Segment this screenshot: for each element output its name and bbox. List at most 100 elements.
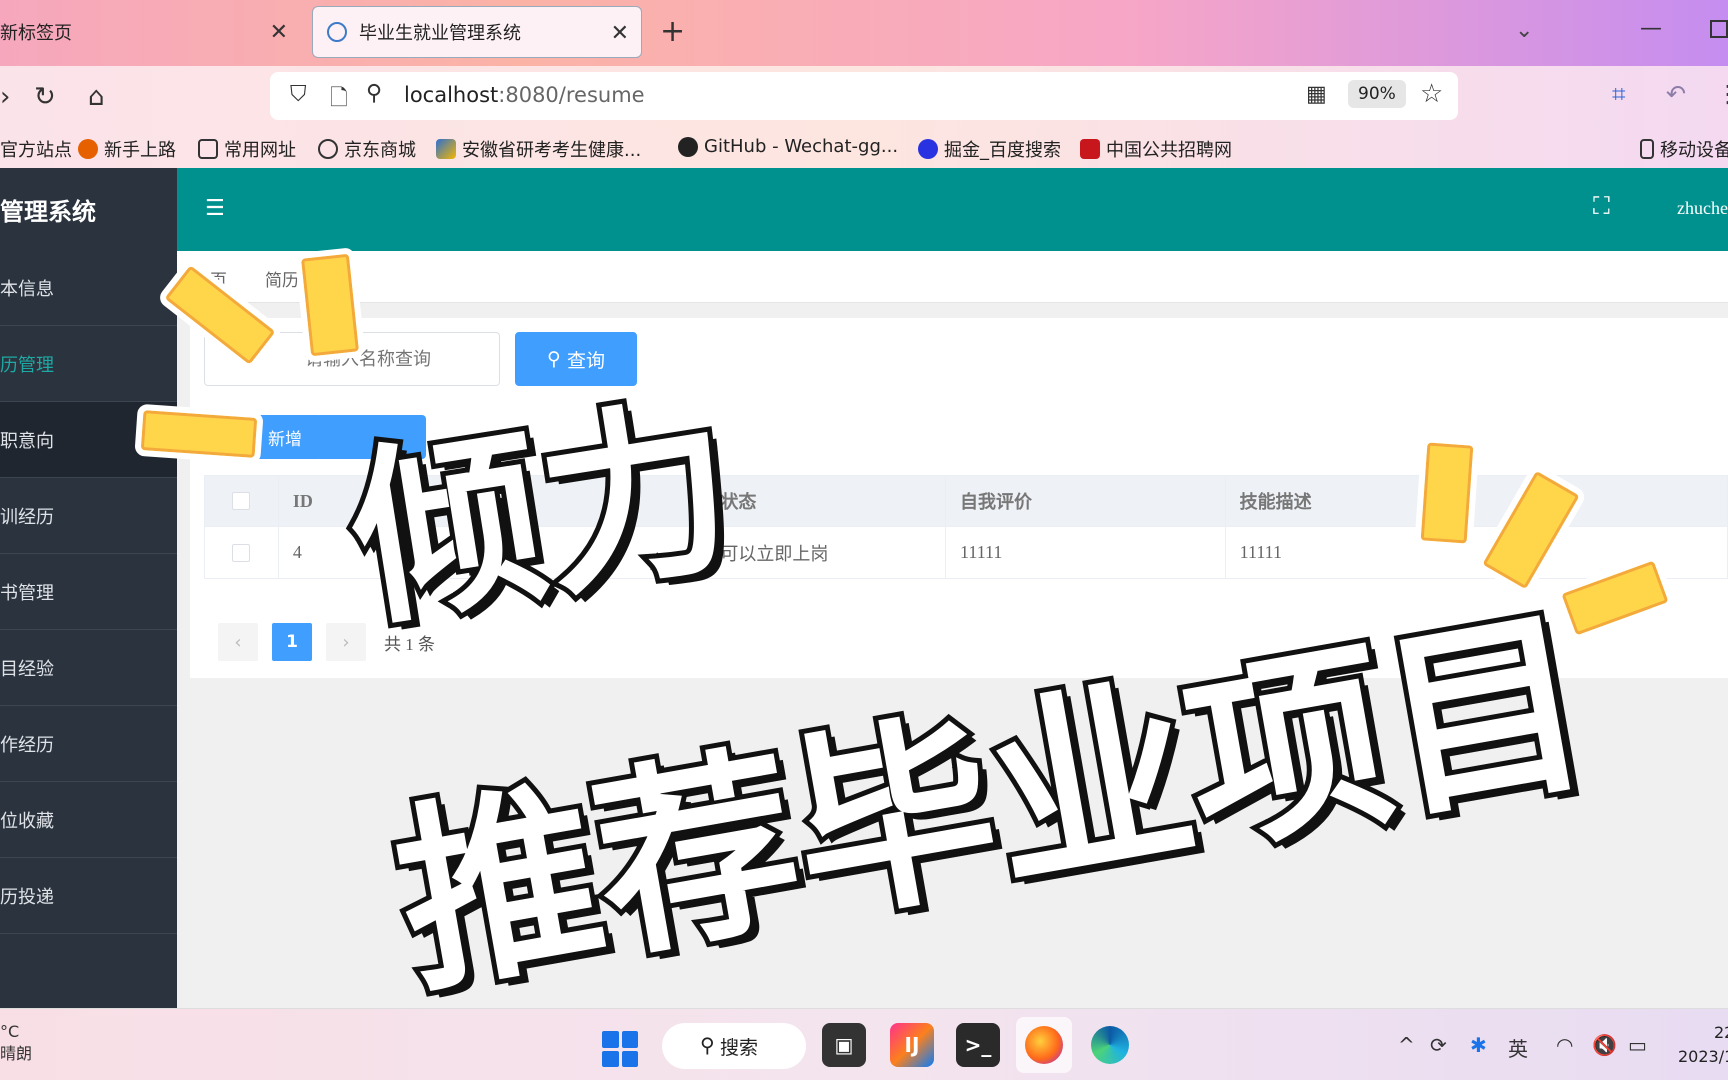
bookmark-star-icon[interactable]: ☆ bbox=[1420, 79, 1443, 109]
cell-state: 可以立即上岗 bbox=[706, 527, 947, 578]
undo-arrow-icon[interactable]: ↶ bbox=[1666, 80, 1686, 108]
total-count: 共 1 条 bbox=[384, 634, 435, 654]
bookmark-item[interactable]: 京东商城 bbox=[318, 136, 416, 162]
url-text[interactable]: localhost:8080/resume bbox=[404, 83, 645, 107]
column-header-state[interactable]: 状态 bbox=[706, 476, 947, 526]
sidebar-item-job-intention[interactable]: 求职意向 bbox=[0, 402, 177, 478]
terminal-icon[interactable]: >_ bbox=[956, 1023, 1000, 1067]
search-icon: ⚲ bbox=[700, 1033, 715, 1057]
bookmark-item[interactable]: 新手上路 bbox=[78, 136, 176, 162]
prev-page-chevron-icon[interactable]: ‹ bbox=[218, 623, 258, 661]
fullscreen-icon[interactable]: ⛶ bbox=[1593, 192, 1610, 220]
add-button[interactable]: 新增 bbox=[230, 415, 322, 459]
menu-toggle-icon[interactable]: ☰ bbox=[205, 196, 225, 221]
bookmark-item[interactable]: 安徽省研考考生健康... bbox=[436, 136, 641, 162]
browser-nav-bar: › ↻ ⌂ ⛉ 🗋 ⚲ localhost:8080/resume ▦ 90% … bbox=[0, 66, 1728, 128]
zoom-level-badge[interactable]: 90% bbox=[1348, 80, 1406, 108]
mobile-device-icon bbox=[1640, 139, 1654, 159]
reload-icon[interactable]: ↻ bbox=[34, 82, 56, 112]
search-input[interactable] bbox=[204, 332, 500, 386]
triangle-logo-icon bbox=[436, 139, 456, 159]
app-tray-icon[interactable]: ✱ bbox=[1470, 1033, 1487, 1057]
cell-self-eval: 11111 bbox=[946, 527, 1226, 578]
sidebar-item-favorites[interactable]: 职位收藏 bbox=[0, 782, 177, 858]
browser-tab-newtab[interactable]: 新标签页 ✕ bbox=[0, 6, 300, 58]
close-tab-icon[interactable]: ✕ bbox=[611, 21, 629, 46]
sidebar-item-basic-info[interactable]: 基本信息 bbox=[0, 250, 177, 326]
forward-arrow-icon[interactable]: › bbox=[0, 82, 10, 112]
sync-icon[interactable]: ⟳ bbox=[1430, 1033, 1447, 1057]
cell-id: 4 bbox=[279, 527, 707, 578]
bookmark-folder[interactable]: 常用网址 bbox=[198, 136, 296, 162]
breadcrumb: 首页 简历管理 bbox=[177, 251, 1728, 303]
edit-button[interactable] bbox=[316, 415, 426, 459]
task-view-icon[interactable]: ▣ bbox=[822, 1023, 866, 1067]
firefox-icon bbox=[78, 139, 98, 159]
breadcrumb-home[interactable]: 首页 bbox=[193, 266, 227, 291]
bookmark-item[interactable]: 中国公共招聘网 bbox=[1080, 136, 1232, 162]
list-tabs-chevron-icon[interactable]: ⌄ bbox=[1515, 18, 1533, 43]
tray-chevron-up-icon[interactable]: ^ bbox=[1398, 1033, 1415, 1057]
new-tab-button[interactable]: + bbox=[660, 14, 685, 49]
address-bar[interactable]: ⛉ 🗋 ⚲ localhost:8080/resume ▦ 90% ☆ bbox=[270, 72, 1458, 120]
home-icon[interactable]: ⌂ bbox=[88, 82, 105, 112]
close-tab-icon[interactable]: ✕ bbox=[270, 20, 288, 45]
window-restore-icon[interactable] bbox=[1710, 20, 1728, 38]
extensions-icon[interactable]: ⋮ bbox=[1716, 80, 1728, 108]
taskbar-search[interactable]: ⚲ 搜索 bbox=[662, 1023, 806, 1069]
intellij-idea-icon[interactable]: IJ bbox=[890, 1023, 934, 1067]
app-header: ☰ ⛶ zhuchen bbox=[177, 168, 1728, 251]
search-icon: ⚲ bbox=[547, 348, 561, 370]
user-name[interactable]: zhuchen bbox=[1677, 198, 1728, 219]
tracking-shield-icon[interactable]: ⛉ bbox=[290, 82, 307, 107]
system-clock[interactable]: 22 2023/1 bbox=[1678, 1021, 1728, 1069]
table-row[interactable]: 4 可以立即上岗 11111 11111 bbox=[204, 527, 1728, 579]
browser-tab-strip: 新标签页 ✕ 毕业生就业管理系统 ✕ + ⌄ — bbox=[0, 0, 1728, 66]
browser-tab-active[interactable]: 毕业生就业管理系统 ✕ bbox=[312, 6, 642, 58]
qr-code-icon[interactable]: ▦ bbox=[1306, 82, 1327, 107]
sidebar-item-projects[interactable]: 项目经验 bbox=[0, 630, 177, 706]
next-page-chevron-icon[interactable]: › bbox=[326, 623, 366, 661]
bookmarks-bar: 官方站点 新手上路 常用网址 京东商城 安徽省研考考生健康... GitHub … bbox=[0, 128, 1728, 168]
edge-browser-icon[interactable] bbox=[1088, 1023, 1132, 1067]
screenshot-crop-icon[interactable]: ⌗ bbox=[1612, 80, 1626, 108]
sidebar-item-delivery[interactable]: 简历投递 bbox=[0, 858, 177, 934]
pagination: ‹ 1 › 共 1 条 bbox=[218, 623, 435, 661]
page-number[interactable]: 1 bbox=[272, 623, 312, 661]
bookmark-mobile[interactable]: 移动设备 bbox=[1640, 136, 1728, 162]
bookmark-item[interactable]: GitHub - Wechat-gg... bbox=[678, 136, 898, 157]
sidebar-item-certificates[interactable]: 证书管理 bbox=[0, 554, 177, 630]
search-field[interactable] bbox=[205, 333, 499, 385]
windows-start-icon[interactable] bbox=[602, 1031, 638, 1067]
bookmark-item[interactable]: 掘金_百度搜索 bbox=[918, 136, 1061, 162]
column-header-self-eval[interactable]: 自我评价 bbox=[946, 476, 1226, 526]
site-favicon-icon bbox=[327, 22, 347, 42]
ime-indicator[interactable]: 英 bbox=[1508, 1033, 1528, 1062]
resume-table: ID 状态 自我评价 技能描述 4 可以立即上岗 11111 11111 bbox=[204, 475, 1728, 579]
job-site-icon bbox=[1080, 139, 1100, 159]
speaker-muted-icon[interactable]: 🔇 bbox=[1592, 1033, 1617, 1057]
row-checkbox-cell bbox=[205, 527, 279, 578]
select-all-checkbox[interactable] bbox=[232, 492, 251, 510]
column-header-id[interactable]: ID bbox=[279, 476, 707, 526]
sidebar: 就业管理系统 基本信息 简历管理 求职意向 培训经历 证书管理 项目经验 工作经… bbox=[0, 168, 177, 1008]
battery-icon[interactable]: ▭ bbox=[1628, 1033, 1647, 1057]
sidebar-item-resume[interactable]: 简历管理 bbox=[0, 326, 177, 402]
window-minimize-icon[interactable]: — bbox=[1640, 16, 1662, 41]
globe-icon bbox=[318, 139, 338, 159]
app-brand: 就业管理系统 bbox=[0, 197, 96, 226]
sidebar-item-work[interactable]: 工作经历 bbox=[0, 706, 177, 782]
sidebar-item-training[interactable]: 培训经历 bbox=[0, 478, 177, 554]
weather-widget[interactable]: °C 晴朗 bbox=[0, 1021, 32, 1065]
tab-label: 新标签页 bbox=[0, 23, 72, 44]
page-info-icon[interactable]: 🗋 bbox=[330, 81, 348, 119]
bookmark-item[interactable]: 官方站点 bbox=[0, 136, 72, 162]
permissions-icon[interactable]: ⚲ bbox=[366, 81, 382, 106]
wifi-icon[interactable]: ◠ bbox=[1556, 1033, 1573, 1057]
column-header-skill[interactable]: 技能描述 bbox=[1226, 476, 1727, 526]
query-button[interactable]: ⚲ 查询 bbox=[515, 332, 637, 386]
firefox-taskbar-icon[interactable] bbox=[1016, 1017, 1072, 1073]
os-taskbar: °C 晴朗 ⚲ 搜索 ▣ IJ >_ ^ ⟳ ✱ 英 ◠ 🔇 ▭ 22 2023… bbox=[0, 1008, 1728, 1080]
row-checkbox[interactable] bbox=[232, 543, 251, 562]
content-card: ⚲ 查询 新增 ID 状态 自我评价 技能描述 4 可以立即上岗 11111 1… bbox=[190, 318, 1728, 678]
